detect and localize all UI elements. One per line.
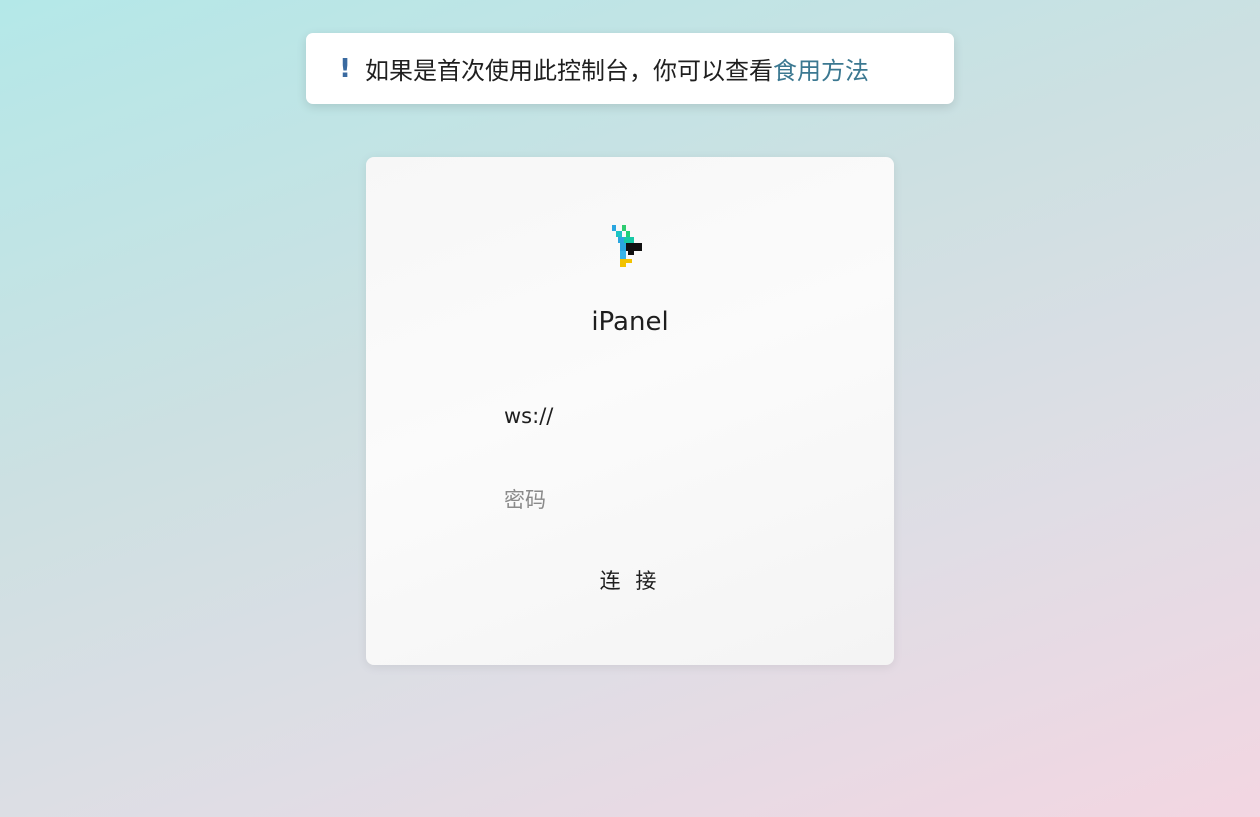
connect-button[interactable]: 连 接 <box>580 561 680 599</box>
exclamation-icon: ! <box>339 53 351 84</box>
login-card: iPanel 连 接 <box>366 157 894 665</box>
usage-guide-link[interactable]: 食用方法 <box>773 51 869 86</box>
ipanel-logo-icon <box>612 225 642 267</box>
notice-banner: ! 如果是首次使用此控制台，你可以查看 食用方法 <box>306 33 954 104</box>
password-input[interactable] <box>504 482 764 518</box>
app-title: iPanel <box>591 307 669 337</box>
websocket-url-input[interactable] <box>504 398 764 434</box>
notice-text: 如果是首次使用此控制台，你可以查看 <box>365 57 773 85</box>
